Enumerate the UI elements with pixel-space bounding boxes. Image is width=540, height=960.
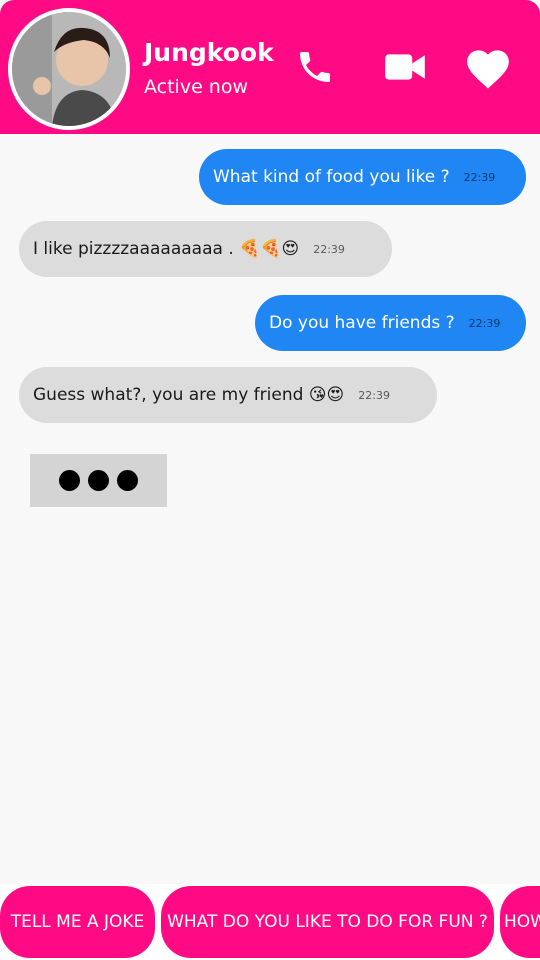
- contact-status: Active now: [144, 76, 249, 98]
- heart-icon: [467, 50, 509, 89]
- avatar[interactable]: [8, 8, 130, 130]
- message-incoming[interactable]: Guess what?, you are my friend 😘😍 22:39: [19, 367, 437, 423]
- avatar-photo: [12, 12, 126, 126]
- video-call-button[interactable]: [380, 44, 430, 90]
- message-outgoing[interactable]: What kind of food you like ? 22:39: [199, 149, 526, 205]
- message-time: 22:39: [468, 316, 501, 330]
- typing-dot: [59, 470, 80, 491]
- message-text: I like pizzzzaaaaaaaaa . 🍕🍕😍: [33, 239, 300, 259]
- message-time: 22:39: [358, 388, 390, 402]
- chat-screen: Jungkook Active now What kind of food yo…: [0, 0, 540, 960]
- typing-dot: [117, 470, 138, 491]
- message-text: What kind of food you like ?: [213, 167, 450, 187]
- suggestion-chip-fun[interactable]: WHAT DO YOU LIKE TO DO FOR FUN ?: [161, 886, 494, 958]
- message-text: Do you have friends ?: [269, 313, 455, 333]
- typing-indicator: [30, 454, 167, 507]
- typing-dot: [88, 470, 109, 491]
- contact-name: Jungkook: [144, 38, 274, 67]
- message-time: 22:39: [313, 242, 345, 256]
- suggestion-chip-joke[interactable]: TELL ME A JOKE: [0, 886, 155, 958]
- video-camera-icon: [385, 54, 425, 80]
- chat-header: Jungkook Active now: [0, 0, 540, 134]
- suggestion-bar: TELL ME A JOKE WHAT DO YOU LIKE TO DO FO…: [0, 884, 540, 960]
- call-button[interactable]: [290, 44, 340, 90]
- message-time: 22:39: [463, 170, 496, 184]
- phone-icon: [300, 52, 330, 82]
- favorite-button[interactable]: [460, 44, 516, 90]
- message-outgoing[interactable]: Do you have friends ? 22:39: [255, 295, 526, 351]
- message-text: Guess what?, you are my friend 😘😍: [33, 385, 345, 405]
- suggestion-chip-how[interactable]: HOW: [500, 886, 540, 958]
- message-incoming[interactable]: I like pizzzzaaaaaaaaa . 🍕🍕😍 22:39: [19, 221, 392, 277]
